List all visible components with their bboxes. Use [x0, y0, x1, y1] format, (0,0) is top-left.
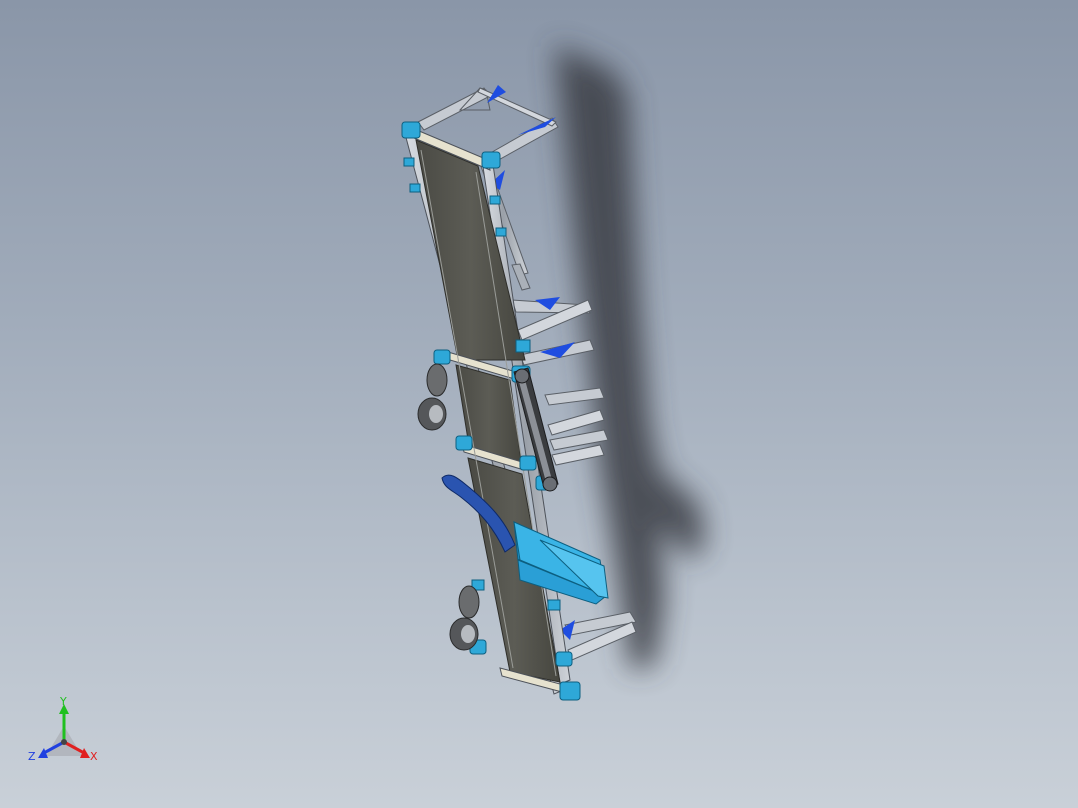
view-orientation-triad[interactable]: Y X Z: [28, 696, 104, 768]
gear-motor-upper: [417, 363, 448, 431]
conveyor-assembly-model[interactable]: [0, 0, 1078, 808]
y-axis-label: Y: [60, 695, 67, 708]
cad-graphics-viewport[interactable]: Y X Z: [0, 0, 1078, 808]
x-axis-label: X: [90, 750, 98, 763]
gear-motor-lower: [449, 585, 480, 651]
z-axis-label: Z: [28, 750, 36, 763]
